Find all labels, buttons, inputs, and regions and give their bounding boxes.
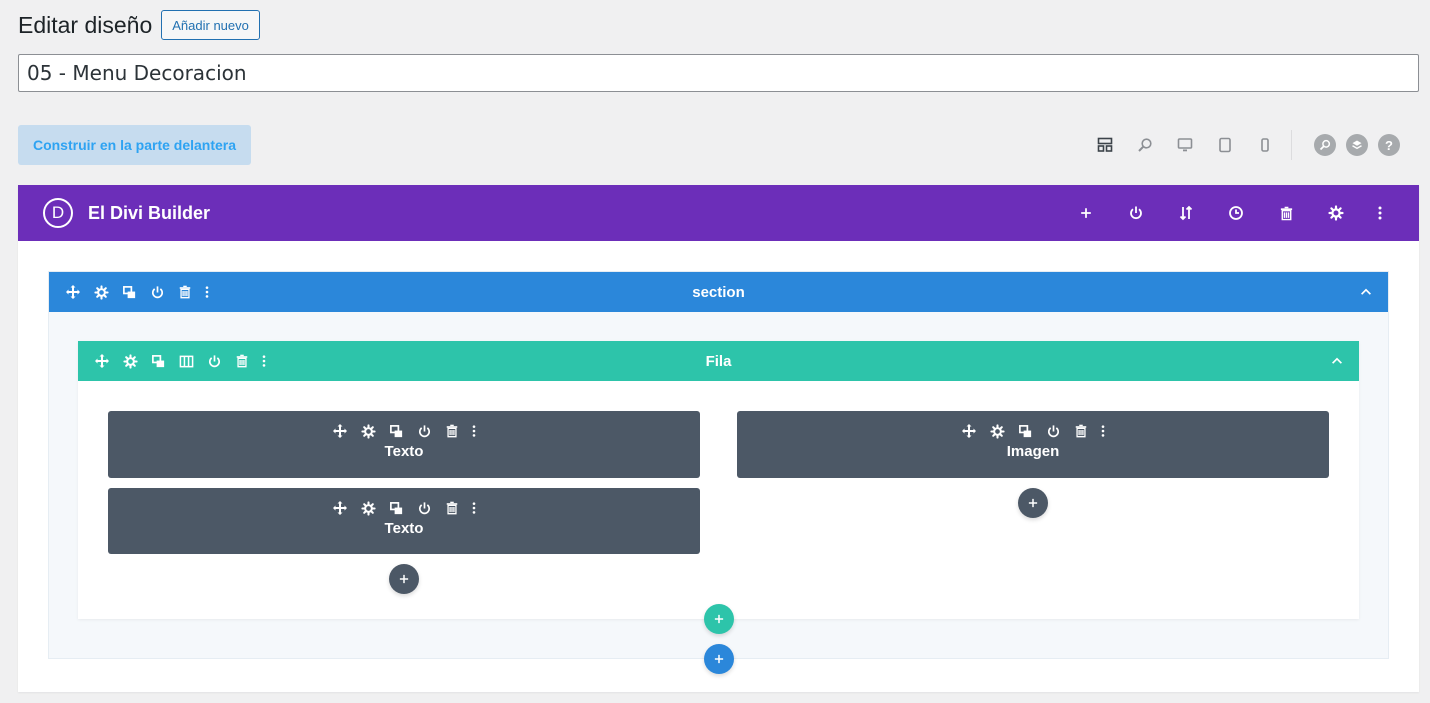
- move-icon[interactable]: [88, 349, 116, 373]
- zoom-icon[interactable]: [1125, 131, 1165, 159]
- module-text[interactable]: Texto: [108, 411, 700, 478]
- add-section-button[interactable]: [704, 644, 734, 674]
- build-frontend-button[interactable]: Construir en la parte delantera: [18, 125, 251, 165]
- history-icon[interactable]: [1211, 205, 1261, 221]
- trash-icon[interactable]: [438, 496, 466, 520]
- module-tools: [737, 419, 1329, 443]
- power-icon[interactable]: [1039, 419, 1067, 443]
- gear-icon[interactable]: [1311, 205, 1361, 221]
- section-container: section Fila Texto Texto Imagen: [48, 271, 1389, 659]
- search-icon[interactable]: [1314, 134, 1336, 156]
- trash-icon[interactable]: [1261, 205, 1311, 221]
- module-label: Texto: [384, 443, 424, 460]
- add-module-button[interactable]: [389, 564, 419, 594]
- duplicate-icon[interactable]: [1011, 419, 1039, 443]
- module-tools: [108, 496, 700, 520]
- wireframe-icon[interactable]: [1085, 131, 1125, 159]
- collapse-chevron-icon[interactable]: [1327, 351, 1347, 371]
- desktop-icon[interactable]: [1165, 131, 1205, 159]
- more-icon[interactable]: [199, 280, 215, 304]
- post-title-input[interactable]: [18, 54, 1419, 92]
- gear-icon[interactable]: [354, 419, 382, 443]
- power-icon[interactable]: [410, 419, 438, 443]
- module-tools: [108, 419, 700, 443]
- more-icon[interactable]: [1361, 205, 1399, 221]
- more-icon[interactable]: [256, 349, 272, 373]
- layers-icon[interactable]: [1346, 134, 1368, 156]
- power-icon[interactable]: [410, 496, 438, 520]
- page-header: Editar diseño Añadir nuevo: [18, 10, 260, 40]
- tablet-icon[interactable]: [1205, 131, 1245, 159]
- divi-builder-header: D El Divi Builder: [18, 185, 1419, 241]
- trash-icon[interactable]: [438, 419, 466, 443]
- gear-icon[interactable]: [87, 280, 115, 304]
- phone-icon[interactable]: [1245, 131, 1285, 159]
- divi-builder-title: El Divi Builder: [88, 202, 211, 223]
- divi-builder-panel: D El Divi Builder section Fila Texto Tex…: [18, 185, 1419, 692]
- columns-icon[interactable]: [172, 349, 200, 373]
- sort-icon[interactable]: [1161, 205, 1211, 221]
- module-image[interactable]: Imagen: [737, 411, 1329, 478]
- section-label: section: [692, 283, 745, 301]
- duplicate-icon[interactable]: [382, 419, 410, 443]
- section-header[interactable]: section: [49, 272, 1388, 312]
- power-icon[interactable]: [200, 349, 228, 373]
- gear-icon[interactable]: [116, 349, 144, 373]
- gear-icon[interactable]: [983, 419, 1011, 443]
- builder-actions: [1061, 185, 1399, 241]
- row-header[interactable]: Fila: [78, 341, 1359, 381]
- row-container: Fila Texto Texto Imagen: [78, 341, 1359, 619]
- module-label: Imagen: [1006, 443, 1060, 460]
- view-toolbar: ?: [1085, 130, 1400, 160]
- divi-logo: D: [43, 198, 73, 228]
- trash-icon[interactable]: [1067, 419, 1095, 443]
- duplicate-icon[interactable]: [144, 349, 172, 373]
- page-title: Editar diseño: [18, 11, 153, 38]
- more-icon[interactable]: [466, 496, 482, 520]
- add-new-button[interactable]: Añadir nuevo: [161, 10, 260, 40]
- power-icon[interactable]: [1111, 205, 1161, 221]
- add-icon[interactable]: [1061, 206, 1111, 220]
- move-icon[interactable]: [59, 280, 87, 304]
- move-icon[interactable]: [326, 419, 354, 443]
- trash-icon[interactable]: [171, 280, 199, 304]
- add-row-button[interactable]: [704, 604, 734, 634]
- section-tools: [49, 280, 215, 304]
- add-module-button[interactable]: [1018, 488, 1048, 518]
- gear-icon[interactable]: [354, 496, 382, 520]
- help-icon[interactable]: ?: [1378, 134, 1400, 156]
- module-text[interactable]: Texto: [108, 488, 700, 554]
- power-icon[interactable]: [143, 280, 171, 304]
- row-tools: [78, 349, 272, 373]
- duplicate-icon[interactable]: [382, 496, 410, 520]
- module-label: Texto: [384, 520, 424, 537]
- move-icon[interactable]: [955, 419, 983, 443]
- trash-icon[interactable]: [228, 349, 256, 373]
- more-icon[interactable]: [466, 419, 482, 443]
- collapse-chevron-icon[interactable]: [1356, 282, 1376, 302]
- duplicate-icon[interactable]: [115, 280, 143, 304]
- move-icon[interactable]: [326, 496, 354, 520]
- more-icon[interactable]: [1095, 419, 1111, 443]
- toolbar-divider: [1291, 130, 1292, 160]
